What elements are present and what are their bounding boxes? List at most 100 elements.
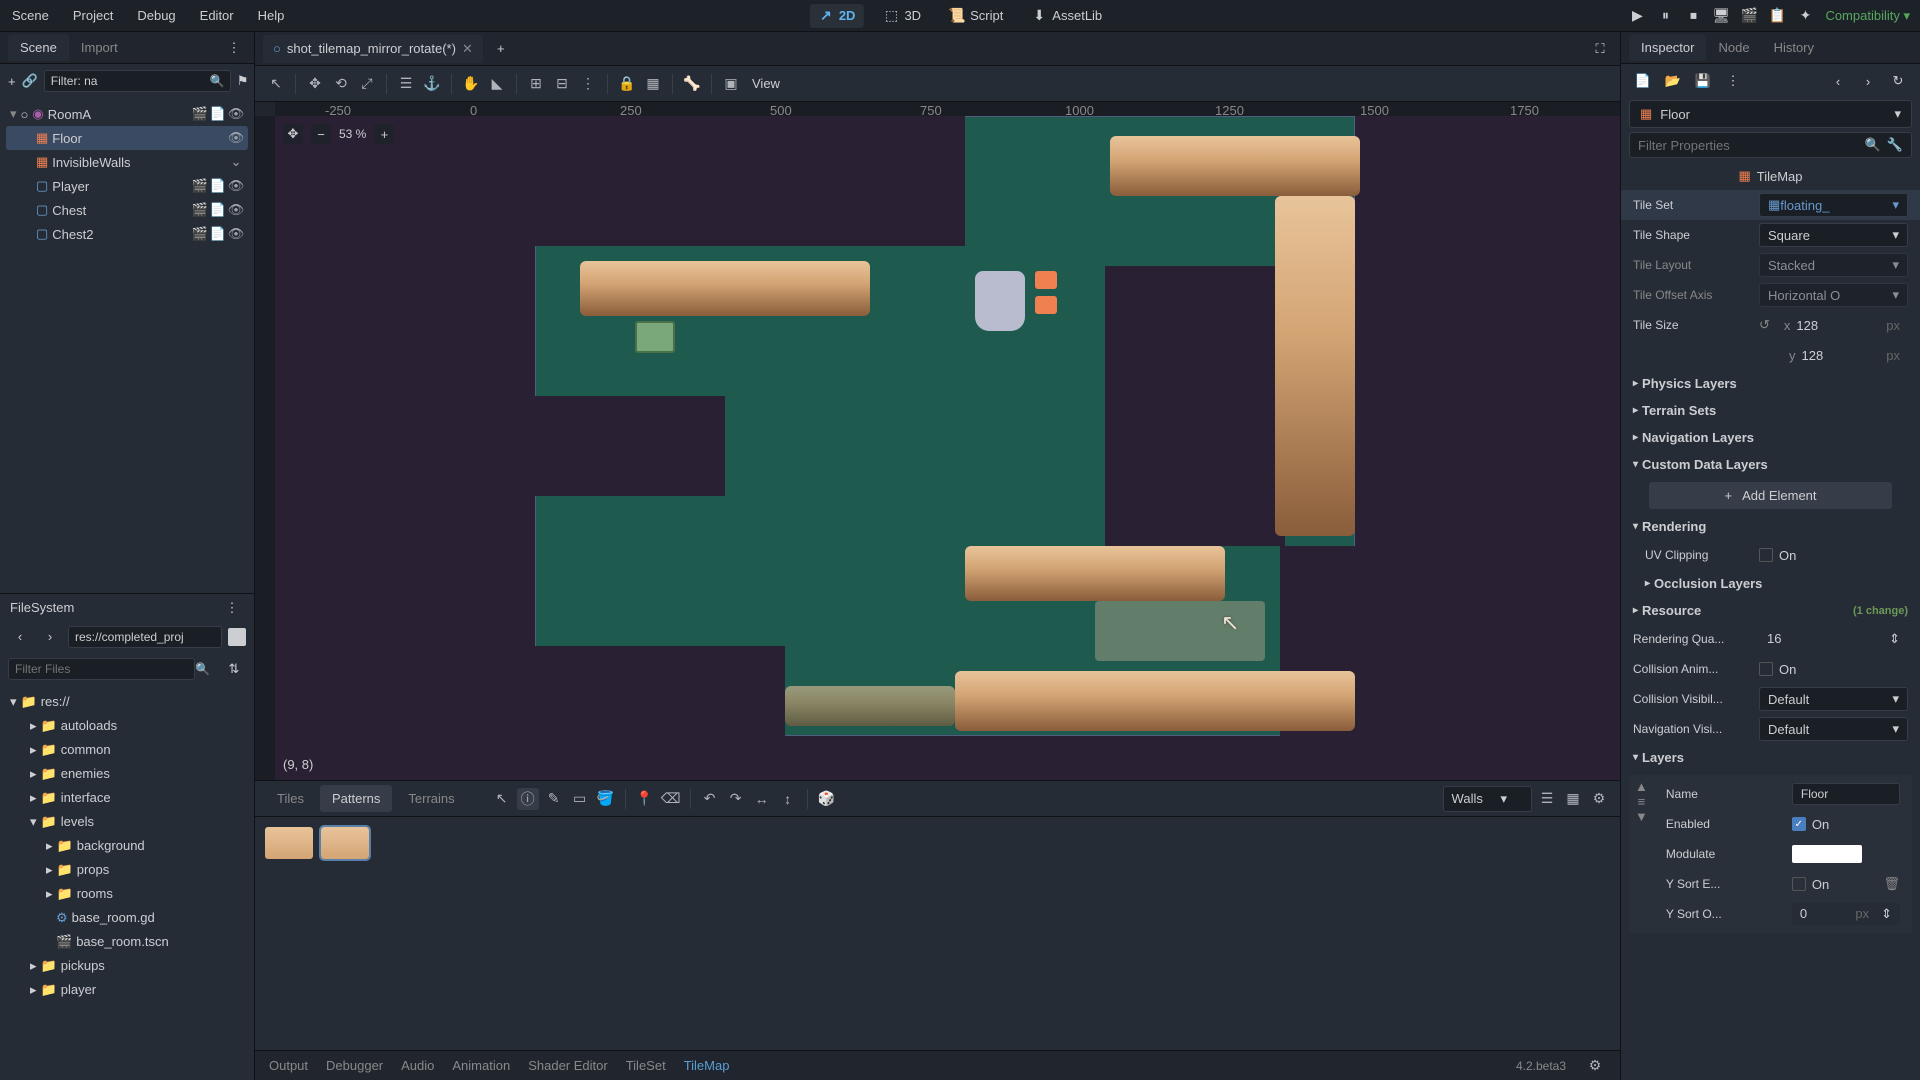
build-icon[interactable]: 📋 [1769,8,1785,24]
insp-load-icon[interactable]: 📂 [1661,69,1685,93]
add-node-icon[interactable]: + [8,69,16,93]
visibility-icon[interactable]: 👁 [228,130,244,146]
clapper-icon[interactable]: 🎬 [192,226,208,242]
filter-properties-input[interactable] [1638,138,1865,153]
insp-history-icon[interactable]: ↻ [1886,69,1910,93]
tilesize-y-input[interactable]: y128px [1781,345,1908,366]
tab-shader[interactable]: Shader Editor [528,1058,608,1073]
mode-assetlib[interactable]: ⬇AssetLib [1023,4,1110,28]
layer-name-input[interactable]: Floor [1792,783,1900,805]
node-floor[interactable]: ▦ Floor 👁 [6,126,248,150]
section-navigation[interactable]: ▸Navigation Layers [1621,424,1920,451]
add-element-button[interactable]: +Add Element [1649,482,1892,509]
move-tool-icon[interactable]: ✥ [304,73,326,95]
snap-grid-icon[interactable]: ⊞ [525,73,547,95]
fs-background[interactable]: ▸📁background [6,834,248,858]
section-resource[interactable]: ▸Resource(1 change) [1621,597,1920,624]
visibility-icon[interactable]: 👁 [228,106,244,122]
node-invisible-walls[interactable]: ▦ InvisibleWalls ⌄ [6,150,248,174]
rotate-ccw-icon[interactable]: ↶ [699,788,721,810]
scene-tool-icon[interactable]: ⚑ [237,69,249,93]
section-occlusion[interactable]: ▸Occlusion Layers [1621,570,1920,597]
script-icon[interactable]: 📄 [210,202,226,218]
select-tile-icon[interactable]: ↖ [491,788,513,810]
node-room-a[interactable]: ▾○◉ RoomA 🎬📄👁 [6,102,248,126]
tilesize-x-input[interactable]: x128px [1776,315,1908,336]
fs-rooms[interactable]: ▸📁rooms [6,882,248,906]
pan-tool-icon[interactable]: ✋ [460,73,482,95]
prop-tileshape-value[interactable]: Square▾ [1759,223,1908,247]
tab-tiles[interactable]: Tiles [265,785,316,812]
insp-back-icon[interactable]: ‹ [1826,69,1850,93]
stop-icon[interactable]: ⏹ [1685,8,1701,24]
play-icon[interactable]: ▶ [1629,8,1645,24]
line-tool-icon[interactable]: ✎ [543,788,565,810]
menu-scene[interactable]: Scene [10,4,51,27]
tab-tileset[interactable]: TileSet [626,1058,666,1073]
ruler-tool-icon[interactable]: ◣ [486,73,508,95]
prop-tileoffset-value[interactable]: Horizontal O▾ [1759,283,1908,307]
list-tool-icon[interactable]: ☰ [395,73,417,95]
editor-tab[interactable]: ○ shot_tilemap_mirror_rotate(*) ✕ [263,35,483,63]
rotate-tool-icon[interactable]: ⟲ [330,73,352,95]
rect-tool-icon[interactable]: ▭ [569,788,591,810]
renderqual-input[interactable]: 16⇕ [1759,628,1908,650]
layer-enabled-checkbox[interactable]: ✓ [1792,817,1806,831]
rotate-cw-icon[interactable]: ↷ [725,788,747,810]
menu-help[interactable]: Help [256,4,287,27]
lock-icon[interactable]: 🔒 [616,73,638,95]
zoom-center-icon[interactable]: ✥ [283,124,303,144]
more-icon[interactable]: ⋮ [577,73,599,95]
visibility-icon[interactable]: 👁 [228,178,244,194]
remote-icon[interactable]: 🖥 [1713,8,1729,24]
group-icon[interactable]: ▦ [642,73,664,95]
ysort-checkbox[interactable] [1792,877,1806,891]
tab-history[interactable]: History [1762,34,1826,61]
tab-node[interactable]: Node [1706,34,1761,61]
pattern-item-0[interactable] [265,827,313,859]
fs-root[interactable]: ▾📁res:// [6,690,248,714]
fs-sort-icon[interactable]: ⇅ [222,657,246,681]
layer-move-up[interactable]: ▲ [1635,779,1648,794]
node-chest2[interactable]: ▢ Chest2 🎬📄👁 [6,222,248,246]
mode-script[interactable]: 📜Script [941,4,1011,28]
fs-pickups[interactable]: ▸📁pickups [6,954,248,978]
scale-tool-icon[interactable]: ⤢ [356,73,378,95]
layer-select[interactable]: Walls ▾ [1443,786,1532,812]
view-menu[interactable]: View [746,76,786,91]
node-selector[interactable]: ▦Floor▾ [1629,100,1912,128]
anchor-tool-icon[interactable]: ⚓ [421,73,443,95]
tab-import[interactable]: Import [69,34,130,61]
layer-move-down[interactable]: ▼ [1635,809,1648,824]
prop-tilelayout-value[interactable]: Stacked▾ [1759,253,1908,277]
flip-v-icon[interactable]: ↕ [777,788,799,810]
mode-2d[interactable]: ↗2D [810,4,864,28]
prop-tileset-value[interactable]: ▦ floating_▾ [1759,193,1908,217]
flip-h-icon[interactable]: ↔ [751,788,773,810]
nav-back-icon[interactable]: ‹ [8,625,32,649]
add-tab-icon[interactable]: + [489,37,513,61]
fs-props[interactable]: ▸📁props [6,858,248,882]
fs-levels[interactable]: ▾📁levels [6,810,248,834]
section-rendering[interactable]: ▾Rendering [1621,513,1920,540]
fs-common[interactable]: ▸📁common [6,738,248,762]
eraser-tool-icon[interactable]: ⌫ [660,788,682,810]
modulate-color[interactable] [1792,845,1862,863]
fs-base-room-tscn[interactable]: 🎬base_room.tscn [6,930,248,954]
insp-more-icon[interactable]: ⋮ [1721,69,1745,93]
movie-icon[interactable]: 🎬 [1741,8,1757,24]
fs-path[interactable]: res://completed_proj [68,626,222,648]
picker-tool-icon[interactable]: 📍 [634,788,656,810]
toggle-highlight-icon[interactable]: ▦ [1562,788,1584,810]
fs-interface[interactable]: ▸📁interface [6,786,248,810]
fs-base-room-gd[interactable]: ⚙base_room.gd [6,906,248,930]
clapper-icon[interactable]: 🎬 [192,202,208,218]
preview-icon[interactable]: ▣ [720,73,742,95]
close-icon[interactable]: ✕ [462,41,473,57]
script-icon[interactable]: 📄 [210,106,226,122]
link-icon[interactable]: 🔗 [22,69,38,93]
mode-3d[interactable]: ⬚3D [875,4,929,28]
render-icon[interactable]: ✦ [1797,8,1813,24]
clapper-icon[interactable]: 🎬 [192,106,208,122]
visibility-icon[interactable]: 👁 [228,226,244,242]
